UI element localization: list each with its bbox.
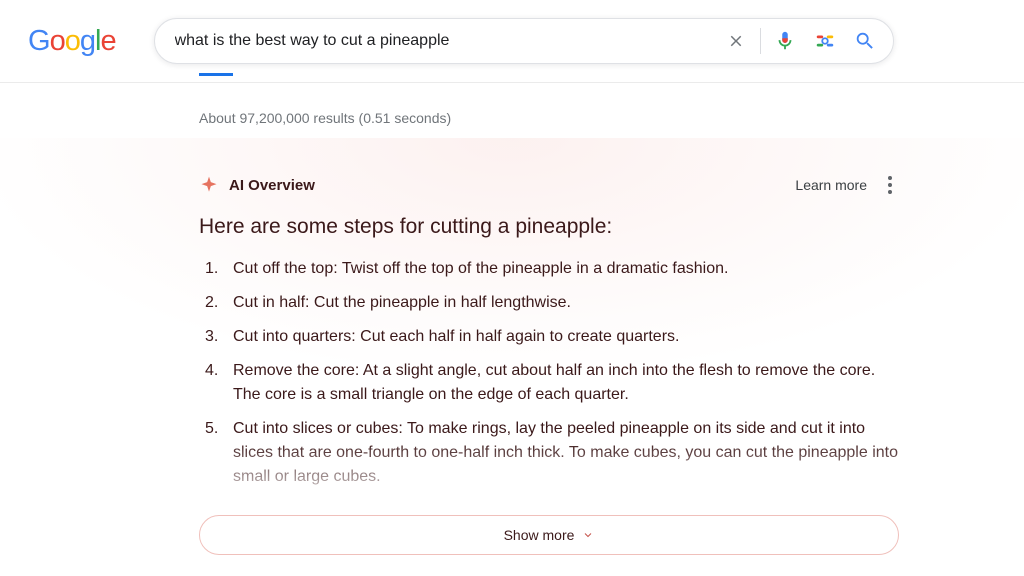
ai-overview-label: AI Overview xyxy=(229,177,795,194)
chevron-down-icon xyxy=(582,529,594,541)
step-item: Cut off the top: Twist off the top of th… xyxy=(205,257,899,281)
microphone-icon xyxy=(774,30,796,52)
kebab-dot xyxy=(888,190,892,194)
step-item: Cut into slices or cubes: To make rings,… xyxy=(205,417,899,489)
image-search-button[interactable] xyxy=(805,21,845,61)
header-divider xyxy=(0,82,1024,83)
more-options-button[interactable] xyxy=(881,176,899,194)
header: Google xyxy=(0,0,1024,78)
logo-letter: o xyxy=(65,25,80,57)
results-stats: About 97,200,000 results (0.51 seconds) xyxy=(199,110,451,126)
sparkle-icon xyxy=(199,175,219,195)
voice-search-button[interactable] xyxy=(765,21,805,61)
kebab-dot xyxy=(888,176,892,180)
steps-list: Cut off the top: Twist off the top of th… xyxy=(199,257,899,489)
search-icon xyxy=(854,30,876,52)
ai-overview-card: AI Overview Learn more Here are some ste… xyxy=(199,175,899,499)
logo-letter: o xyxy=(50,25,65,57)
search-button[interactable] xyxy=(845,21,885,61)
step-item: Cut into quarters: Cut each half in half… xyxy=(205,325,899,349)
ai-overview-header: AI Overview Learn more xyxy=(199,175,899,195)
step-item: Cut in half: Cut the pineapple in half l… xyxy=(205,291,899,315)
logo-letter: G xyxy=(28,25,50,57)
close-icon xyxy=(727,32,745,50)
logo-letter: g xyxy=(80,25,95,57)
logo-letter: e xyxy=(100,25,115,57)
learn-more-link[interactable]: Learn more xyxy=(795,177,867,193)
search-input[interactable] xyxy=(175,32,716,50)
step-text: Remove the core: At a slight angle, cut … xyxy=(233,359,899,407)
kebab-dot xyxy=(888,183,892,187)
ai-overview-heading: Here are some steps for cutting a pineap… xyxy=(199,215,899,239)
step-text: Cut off the top: Twist off the top of th… xyxy=(233,257,728,281)
active-tab-indicator xyxy=(199,73,233,76)
step-item: Remove the core: At a slight angle, cut … xyxy=(205,359,899,407)
show-more-label: Show more xyxy=(504,527,575,543)
step-text: Cut into quarters: Cut each half in half… xyxy=(233,325,679,349)
search-bar xyxy=(154,18,894,64)
show-more-button[interactable]: Show more xyxy=(199,515,899,555)
google-logo[interactable]: Google xyxy=(28,25,116,58)
step-text: Cut in half: Cut the pineapple in half l… xyxy=(233,291,571,315)
camera-icon xyxy=(814,30,836,52)
step-text: Cut into slices or cubes: To make rings,… xyxy=(233,417,899,489)
clear-button[interactable] xyxy=(716,21,756,61)
separator xyxy=(760,28,761,54)
